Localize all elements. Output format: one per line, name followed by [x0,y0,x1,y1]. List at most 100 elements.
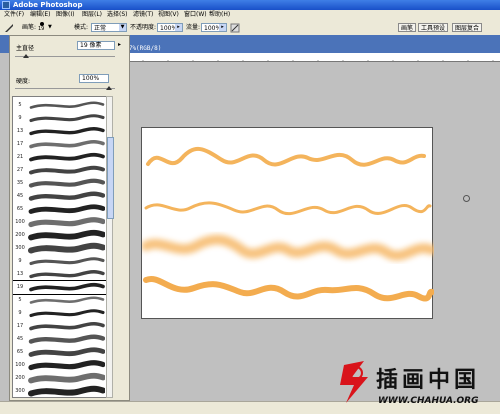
brush-stroke-preview [28,229,105,241]
brush-list-scrollbar[interactable] [106,96,114,398]
ws-brushes-tab[interactable]: 画笔 [398,23,417,32]
diameter-value: 19 像素 [80,42,102,49]
chevron-down-icon[interactable]: ▼ [48,20,52,35]
chevron-down-icon: ▼ [119,24,126,31]
stroke-wave-3 [143,275,435,302]
brush-stroke-preview [29,309,105,318]
brush-preset-item[interactable]: 9 [13,112,107,125]
menu-help[interactable]: 帮助(H) [209,10,230,20]
brush-size-label: 19 [16,284,24,290]
brush-preset-item[interactable]: 9 [13,255,107,268]
brush-stroke-preview [28,385,105,397]
brush-tool-icon[interactable] [4,23,14,33]
brush-preset-item[interactable]: 5 [13,99,107,112]
brush-preset-item[interactable]: 27 [13,164,107,177]
brush-preset-item[interactable]: 200 [13,229,107,242]
resize-handle[interactable] [463,195,470,202]
menu-image[interactable]: 图像(I) [56,10,74,20]
brush-preset-item[interactable]: 13 [13,268,107,281]
brush-preset-item[interactable]: 100 [13,216,107,229]
ws-layer-comps-tab[interactable]: 图层复合 [452,23,483,32]
brush-stroke-preview [28,191,105,201]
brush-preset-item[interactable]: 13 [13,125,107,138]
opacity-label: 不透明度: [130,24,157,31]
brush-preset-list[interactable]: 5 9 13 17 21 27 35 45 65 100 200 300 9 13 19 5 9 17 45 65 10… [12,96,108,398]
brush-preset-item[interactable]: 35 [13,177,107,190]
brush-size-label: 17 [16,323,24,329]
diameter-slider[interactable] [15,56,115,57]
brush-size-label: 100 [15,362,25,368]
brush-preset-item[interactable]: 45 [13,190,107,203]
brush-preset-item[interactable]: 9 [13,307,107,320]
mode-select[interactable]: 正常 ▼ [91,23,127,32]
menu-filter[interactable]: 滤镜(T) [133,10,153,20]
brush-preset-item[interactable]: 5 [13,294,107,307]
opacity-input[interactable]: 100% ▸ [157,23,183,32]
diameter-label: 主直径 [16,45,35,52]
brush-size-label: 9 [18,310,22,316]
brush-size-label: 35 [16,180,24,186]
brush-size-label: 45 [16,193,24,199]
title-bar: Adobe Photoshop [0,0,500,10]
brush-size-label: 9 [18,258,22,264]
brush-stroke-preview [29,127,105,136]
mode-label: 模式: [74,24,89,31]
brush-size-label: 13 [16,271,24,277]
brush-preset-item[interactable]: 300 [13,385,107,397]
menu-window[interactable]: 窗口(W) [184,10,207,20]
menu-layer[interactable]: 图层(L) [82,10,102,20]
brush-size-label: 17 [16,141,24,147]
brush-preset-item[interactable]: 21 [13,151,107,164]
menu-edit[interactable]: 编辑(E) [30,10,50,20]
menu-view[interactable]: 视图(V) [158,10,179,20]
photoshop-icon [2,1,10,9]
flow-input[interactable]: 100% ▸ [201,23,227,32]
brush-stroke-preview [29,165,105,175]
menu-select[interactable]: 选择(S) [107,10,128,20]
diameter-slider-knob[interactable] [23,54,29,58]
brush-size-label: 45 [16,336,24,342]
brush-stroke-preview [29,296,105,304]
brush-preset-item[interactable]: 200 [13,372,107,385]
brush-preset-item[interactable]: 17 [13,138,107,151]
brush-preset-item[interactable]: 65 [13,346,107,359]
brush-size-value: 19 [38,26,45,32]
brush-stroke-preview [28,204,105,214]
flow-label: 流量: [186,24,201,31]
brush-stroke-preview [29,139,105,149]
horizontal-ruler [118,53,500,62]
canvas[interactable] [141,127,437,319]
hardness-slider-knob[interactable] [106,86,112,90]
brush-stroke-preview [28,178,105,188]
hardness-input[interactable]: 100% [79,74,109,83]
brush-stroke-preview [28,372,105,384]
brush-size-label: 65 [16,206,24,212]
chevron-right-icon: ▸ [175,24,182,31]
brush-stroke-preview [29,257,105,266]
options-bar: 画笔: 19 ▼ 模式: 正常 ▼ 不透明度: 100% ▸ 流量: 100% … [0,20,500,36]
brush-size-preview[interactable]: 19 [38,22,44,32]
hardness-slider[interactable] [15,88,115,89]
brush-stroke-preview [28,360,105,371]
scrollbar-thumb[interactable] [107,137,114,219]
brush-stroke-preview [29,152,105,162]
hardness-label: 硬度: [16,78,31,85]
ws-tool-presets-tab[interactable]: 工具预设 [418,23,449,32]
brush-preset-item[interactable]: 17 [13,320,107,333]
brush-preset-item[interactable]: 100 [13,359,107,372]
brush-preset-item[interactable]: 19 [13,280,107,295]
panel-menu-icon[interactable]: ▸ [118,41,121,48]
brush-size-label: 13 [16,128,24,134]
menu-file[interactable]: 文件(F) [4,10,24,20]
brush-size-label: 21 [16,154,24,160]
brush-stroke-preview [28,347,105,357]
brush-size-label: 300 [15,245,25,251]
brush-preset-item[interactable]: 65 [13,203,107,216]
brush-stroke-preview [29,321,105,331]
airbrush-icon[interactable] [230,23,240,33]
diameter-input[interactable]: 19 像素 [77,41,115,50]
brush-preset-item[interactable]: 45 [13,333,107,346]
stroke-soft [141,234,437,261]
watermark-title: 插画中国 [376,368,480,393]
brush-preset-item[interactable]: 300 [13,242,107,255]
